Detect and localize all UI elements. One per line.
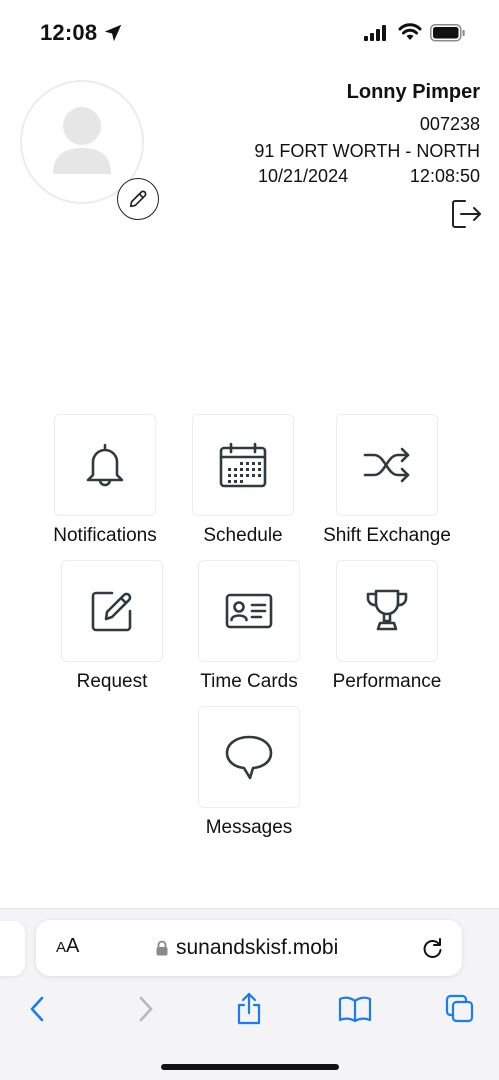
store-location: 91 FORT WORTH - NORTH xyxy=(254,141,480,161)
lock-icon xyxy=(156,940,168,956)
reload-icon[interactable] xyxy=(421,936,445,960)
request-label: Request xyxy=(76,671,148,692)
wifi-icon xyxy=(398,23,422,40)
calendar-icon xyxy=(219,442,267,488)
performance-label: Performance xyxy=(332,671,442,692)
current-time: 12:08:50 xyxy=(409,166,480,186)
battery-icon xyxy=(430,24,465,42)
forward-icon xyxy=(139,996,153,1022)
time-cards-tile[interactable] xyxy=(198,560,300,662)
browser-toolbar: AA sunandskisf.mobi xyxy=(0,908,499,1080)
address-bar[interactable]: AA sunandskisf.mobi xyxy=(36,920,462,976)
shuffle-icon xyxy=(363,447,410,483)
schedule-tile[interactable] xyxy=(192,414,294,516)
status-bar: 12:08 xyxy=(0,0,499,64)
shift-exchange-label: Shift Exchange xyxy=(323,525,451,546)
url-display[interactable]: sunandskisf.mobi xyxy=(156,936,338,960)
shift-exchange-tile[interactable] xyxy=(336,414,438,516)
bookmarks-icon xyxy=(338,996,372,1023)
status-time: 12:08 xyxy=(40,20,98,45)
cellular-signal-icon xyxy=(364,25,386,41)
messages-label: Messages xyxy=(205,817,293,838)
forward-button[interactable] xyxy=(128,992,162,1026)
user-name: Lonny Pimper xyxy=(346,81,480,103)
employee-id: 007238 xyxy=(419,114,480,134)
bookmarks-button[interactable] xyxy=(338,992,372,1026)
bell-icon xyxy=(86,443,124,487)
trophy-icon xyxy=(366,589,408,631)
back-button[interactable] xyxy=(21,992,55,1026)
id-card-icon xyxy=(225,593,273,629)
reader-options-button[interactable]: AA xyxy=(56,935,79,958)
date-time-row: 10/21/2024 12:08:50 xyxy=(258,165,480,187)
notifications-label: Notifications xyxy=(53,525,157,546)
chat-bubble-icon xyxy=(225,735,273,780)
current-date: 10/21/2024 xyxy=(258,166,349,186)
location-arrow-icon xyxy=(104,24,122,42)
back-icon xyxy=(30,996,44,1022)
edit-avatar-button[interactable] xyxy=(117,178,159,220)
messages-tile[interactable] xyxy=(198,706,300,808)
notifications-tile[interactable] xyxy=(54,414,156,516)
tabs-button[interactable] xyxy=(443,992,477,1026)
performance-tile[interactable] xyxy=(336,560,438,662)
time-cards-label: Time Cards xyxy=(200,671,298,692)
tabs-icon xyxy=(445,994,474,1023)
logout-icon[interactable] xyxy=(449,197,483,231)
schedule-label: Schedule xyxy=(203,525,283,546)
user-info: Lonny Pimper 007238 91 FORT WORTH - NORT… xyxy=(254,80,480,167)
request-tile[interactable] xyxy=(61,560,163,662)
url-text: sunandskisf.mobi xyxy=(176,936,339,959)
share-button[interactable] xyxy=(232,992,266,1026)
pencil-icon xyxy=(129,190,147,208)
edit-square-icon xyxy=(91,591,132,632)
share-icon xyxy=(237,992,261,1025)
previous-tab-preview[interactable] xyxy=(0,921,25,976)
home-indicator xyxy=(161,1064,339,1070)
